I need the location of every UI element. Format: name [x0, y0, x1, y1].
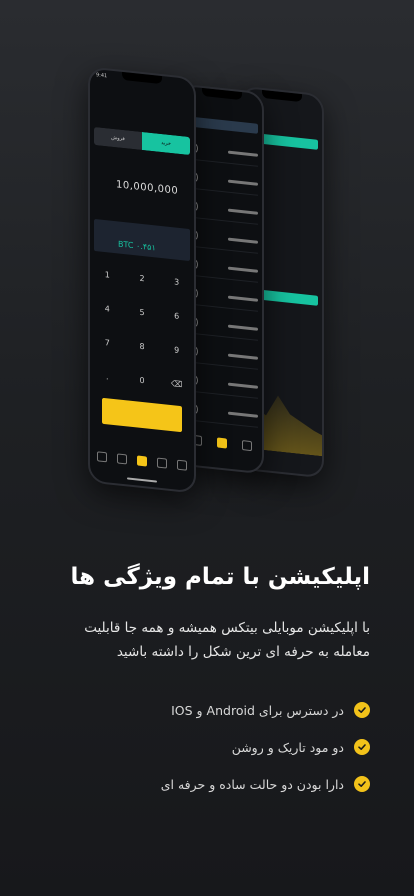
page-title: اپلیکیشن با تمام ویژگی ها	[70, 564, 370, 590]
mockup-tabs: فروش خرید	[94, 126, 190, 156]
mockup-bottom-nav	[92, 445, 192, 478]
phone-mockups: 9:41 فروش خرید 10,000,000 BTC ۰.۴۵۱ 1 2 …	[0, 0, 414, 540]
market-row	[186, 252, 258, 283]
tab-buy: خرید	[142, 132, 190, 156]
feature-label: دو مود تاریک و روشن	[231, 739, 344, 755]
nav-icon	[242, 440, 253, 452]
tab-sell: فروش	[94, 126, 142, 150]
mockup-keypad: 1 2 3 4 5 6 7 8 9 . 0 ⌫	[90, 269, 194, 396]
market-row	[186, 281, 258, 312]
keypad-key: 0	[139, 375, 145, 386]
app-intro-section: اپلیکیشن با تمام ویژگی ها با اپلیکیشن مو…	[0, 560, 414, 813]
keypad-key: 1	[104, 270, 110, 280]
nav-icon	[137, 455, 147, 467]
keypad-key: 6	[174, 311, 180, 321]
feature-item: دو مود تاریک و روشن	[44, 739, 370, 755]
mockup-search-bar	[186, 116, 258, 134]
phone-notch	[262, 89, 302, 103]
market-row	[186, 339, 258, 370]
market-row	[186, 368, 258, 399]
feature-item: دارا بودن دو حالت ساده و حرفه ای	[44, 776, 370, 792]
market-row	[186, 310, 258, 341]
feature-list: در دسترس برای Android و IOS دو مود تاریک…	[44, 702, 370, 792]
keypad-key: 8	[139, 341, 145, 352]
feature-label: در دسترس برای Android و IOS	[171, 702, 344, 718]
market-row	[186, 165, 258, 196]
check-icon	[354, 702, 370, 718]
feature-item: در دسترس برای Android و IOS	[44, 702, 370, 718]
keypad-key: .	[106, 372, 109, 382]
nav-icon	[97, 451, 107, 463]
nav-icon	[177, 459, 187, 471]
nav-icon	[216, 437, 227, 449]
status-time: 9:41	[96, 72, 108, 80]
keypad-key: 3	[174, 277, 180, 287]
keypad-key: 5	[139, 307, 145, 318]
mockup-amount: 10,000,000	[116, 179, 179, 197]
phone-mockup-front: 9:41 فروش خرید 10,000,000 BTC ۰.۴۵۱ 1 2 …	[88, 66, 196, 494]
keypad-key: 9	[174, 345, 180, 355]
mockup-btc-box	[94, 218, 190, 262]
market-list	[186, 136, 258, 434]
market-row	[186, 136, 258, 167]
phone-notch	[202, 87, 242, 101]
mockup-buy-button	[102, 397, 182, 433]
check-icon	[354, 739, 370, 755]
keypad-key: 2	[139, 273, 145, 284]
feature-label: دارا بودن دو حالت ساده و حرفه ای	[160, 776, 344, 792]
keypad-key: 7	[104, 338, 110, 348]
market-row	[186, 397, 258, 428]
nav-icon	[117, 453, 127, 465]
nav-icon	[157, 457, 167, 469]
keypad-key: ⌫	[171, 379, 183, 390]
page-description: با اپلیکیشن موبایلی بیتکس همیشه و همه جا…	[84, 620, 370, 660]
market-row	[186, 194, 258, 225]
market-row	[186, 223, 258, 254]
check-icon	[354, 776, 370, 792]
keypad-key: 4	[104, 304, 110, 314]
home-indicator	[127, 477, 157, 483]
